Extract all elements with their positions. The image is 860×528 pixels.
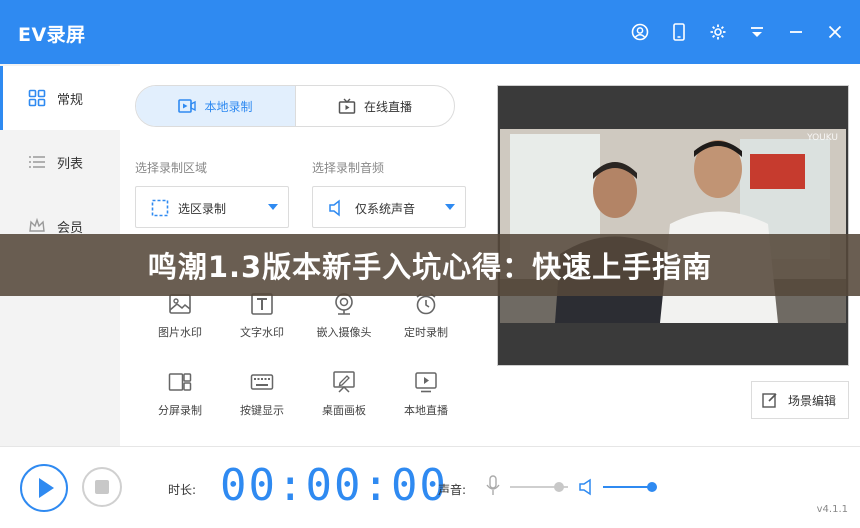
speaker-icon: [329, 199, 340, 217]
tool-label: 本地直播: [404, 404, 448, 417]
record-audio-label: 选择录制音频: [312, 161, 385, 175]
tv-icon: [338, 98, 356, 114]
mic-volume-slider[interactable]: [510, 482, 568, 492]
crown-icon: [28, 217, 46, 235]
sidebar-item-label: 会员: [57, 220, 84, 236]
tool-label: 定时录制: [404, 326, 448, 339]
region-select-icon: [151, 199, 169, 217]
tool-label: 分屏录制: [158, 404, 202, 417]
overlay-banner: 鸣潮1.3版本新手入坑心得：快速上手指南: [0, 234, 860, 296]
video-watermark: YOUKU: [807, 133, 838, 143]
tool-embed-webcam[interactable]: 嵌入摄像头: [299, 292, 389, 352]
record-timer: 00:00:00: [220, 460, 448, 511]
chevron-down-icon: [445, 204, 455, 210]
tool-label: 嵌入摄像头: [316, 326, 372, 339]
speaker-volume-fill: [603, 486, 652, 488]
volume-label: 声音:: [438, 483, 467, 497]
tool-split-screen[interactable]: 分屏录制: [135, 370, 225, 430]
tab-online-live[interactable]: 在线直播: [295, 86, 454, 126]
list-icon: [28, 153, 46, 171]
tool-text-watermark[interactable]: 文字水印: [217, 292, 307, 352]
record-icon: [178, 99, 197, 113]
whiteboard-icon: [333, 371, 355, 393]
sidebar-item-label: 常规: [57, 92, 84, 108]
live-icon: [415, 372, 437, 393]
sidebar-item-label: 列表: [57, 156, 84, 172]
speaker-volume-slider[interactable]: [603, 482, 657, 492]
sidebar-item-list[interactable]: 列表: [0, 130, 120, 194]
play-icon: [39, 478, 54, 498]
sidebar-item-general[interactable]: 常规: [0, 66, 120, 130]
app-version: v4.1.1: [816, 504, 848, 515]
microphone-icon[interactable]: [485, 475, 501, 497]
chevron-down-icon: [268, 204, 278, 210]
tab-label: 在线直播: [363, 99, 412, 114]
record-area-select[interactable]: 选区录制: [135, 186, 289, 228]
duration-label: 时长:: [168, 483, 197, 497]
phone-icon[interactable]: [669, 22, 689, 42]
keyboard-icon: [250, 374, 274, 390]
tool-desktop-whiteboard[interactable]: 桌面画板: [299, 370, 389, 430]
record-area-label: 选择录制区域: [135, 161, 208, 175]
user-icon[interactable]: [630, 22, 650, 42]
scene-edit-label: 场景编辑: [788, 393, 837, 408]
close-icon[interactable]: [825, 22, 845, 42]
title-bar: EV录屏: [0, 0, 860, 64]
scene-edit-button[interactable]: 场景编辑: [751, 381, 849, 419]
record-audio-select[interactable]: 仅系统声音: [312, 186, 466, 228]
start-record-button[interactable]: [20, 464, 68, 512]
mic-volume-knob[interactable]: [554, 482, 565, 492]
tool-image-watermark[interactable]: 图片水印: [135, 292, 225, 352]
tool-label: 桌面画板: [322, 404, 366, 417]
edit-icon: [762, 393, 777, 408]
minimize-icon[interactable]: [786, 22, 806, 42]
app-title: EV录屏: [18, 24, 86, 46]
banner-text: 鸣潮1.3版本新手入坑心得：快速上手指南: [147, 250, 713, 284]
record-audio-value: 仅系统声音: [355, 202, 416, 216]
preview-window: YOUKU: [497, 85, 849, 366]
tool-scheduled-record[interactable]: 定时录制: [381, 292, 471, 352]
tool-key-display[interactable]: 按键显示: [217, 370, 307, 430]
grid-icon: [28, 89, 46, 107]
tab-local-record[interactable]: 本地录制: [136, 86, 295, 126]
tool-local-live[interactable]: 本地直播: [381, 370, 471, 430]
tool-label: 按键显示: [240, 404, 284, 417]
gear-icon[interactable]: [708, 22, 728, 42]
bottom-bar: 时长: 00:00:00 声音: v4.1.1: [0, 446, 860, 528]
tab-label: 本地录制: [204, 99, 253, 114]
split-screen-icon: [168, 373, 192, 391]
mode-tabs: 本地录制 在线直播: [135, 85, 455, 127]
record-area-value: 选区录制: [178, 202, 227, 216]
tool-label: 文字水印: [240, 326, 284, 339]
tool-label: 图片水印: [158, 326, 202, 339]
speaker-icon[interactable]: [578, 478, 594, 496]
speaker-volume-knob[interactable]: [646, 482, 657, 492]
stop-record-button[interactable]: [82, 467, 122, 507]
dropdown-menu-icon[interactable]: [747, 22, 767, 42]
